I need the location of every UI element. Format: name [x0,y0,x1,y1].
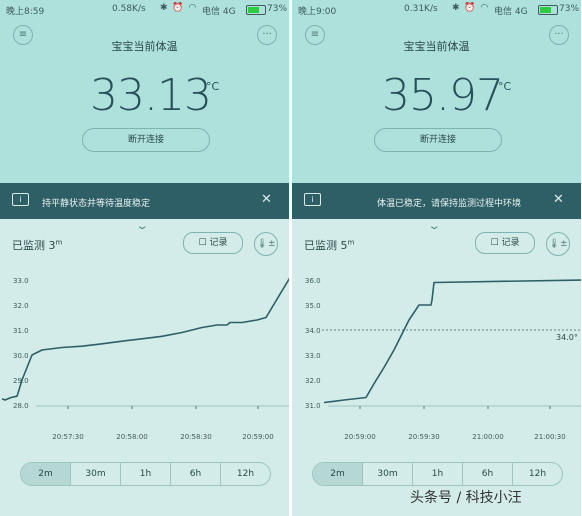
edit-icon: ☐ [198,238,207,248]
status-icons: ✱ ⏰ ◠ [160,3,198,13]
x-tick-label: 20:59:00 [344,433,375,441]
page-title: 宝宝当前体温 [403,40,470,53]
thermometer-icon[interactable]: 🌡± [254,232,278,256]
battery-icon [538,5,558,15]
range-30m[interactable]: 30m [70,463,120,485]
chevron-down-icon[interactable]: ⌄ [427,221,440,232]
y-tick-label: 34.0 [305,327,321,335]
range-6h[interactable]: 6h [462,463,512,485]
record-button[interactable]: ☐ 记录 [475,232,535,254]
x-tick-label: 20:57:30 [52,433,83,441]
chevron-down-icon[interactable]: ⌄ [135,221,148,232]
page-title: 宝宝当前体温 [111,40,178,53]
y-tick-label: 28.0 [13,402,29,410]
x-tick-label: 20:58:30 [180,433,211,441]
header-area: 晚上9:00 0.31K/s ✱ ⏰ ◠ 电信 4G 73% ≡ ··· 宝宝当… [292,0,581,183]
battery-percent: 73% [559,4,580,14]
time-range-selector: 2m 30m 1h 6h 12h [20,462,271,486]
banner-message: 体温已稳定，请保持监测过程中环境 [377,199,522,209]
y-tick-label: 33.0 [305,352,321,360]
time-range-selector: 2m 30m 1h 6h 12h [312,462,563,486]
monitored-duration: 已监测 3m [12,238,63,252]
disconnect-button[interactable]: 断开连接 [82,128,210,152]
temperature-value: 33.13 [90,70,212,121]
notice-banner: i 持平静状态并等待温度稳定 ✕ [0,183,289,219]
close-icon[interactable]: ✕ [553,192,564,207]
status-time: 晚上8:59 [6,7,45,17]
range-1h[interactable]: 1h [120,463,170,485]
phone-screen-2: 晚上9:00 0.31K/s ✱ ⏰ ◠ 电信 4G 73% ≡ ··· 宝宝当… [292,0,581,516]
y-tick-label: 33.0 [13,277,29,285]
info-icon: i [12,193,29,206]
status-network-speed: 0.58K/s [112,4,146,14]
status-time: 晚上9:00 [298,7,337,17]
range-6h[interactable]: 6h [170,463,220,485]
range-12h[interactable]: 12h [220,463,270,485]
close-icon[interactable]: ✕ [261,192,272,207]
status-icons: ✱ ⏰ ◠ [452,3,490,13]
range-30m[interactable]: 30m [362,463,412,485]
temperature-unit: °C [498,80,512,93]
banner-message: 持平静状态并等待温度稳定 [42,199,151,209]
disconnect-button[interactable]: 断开连接 [374,128,502,152]
battery-percent: 73% [267,4,288,14]
range-2m[interactable]: 2m [21,463,70,485]
notice-banner: i 体温已稳定，请保持监测过程中环境 ✕ [292,183,581,219]
monitored-duration: 已监测 5m [304,238,355,252]
temperature-value: 35.97 [382,70,504,121]
x-tick-label: 20:59:00 [242,433,273,441]
temperature-chart: 31.0 32.0 33.0 34.0 35.0 36.0 20:59:00 20:59:30… [305,277,581,441]
x-tick-label: 20:58:00 [116,433,147,441]
y-tick-label: 32.0 [305,377,321,385]
y-tick-label: 30.0 [13,352,29,360]
y-tick-label: 35.0 [305,302,321,310]
temperature-unit: °C [206,80,220,93]
x-tick-label: 20:59:30 [408,433,439,441]
y-tick-label: 31.0 [13,327,29,335]
x-tick-label: 21:00:00 [472,433,503,441]
temperature-line [1,277,289,401]
status-bar: 晚上9:00 0.31K/s ✱ ⏰ ◠ 电信 4G 73% [292,0,581,18]
edit-icon: ☐ [490,238,499,248]
header-area: 晚上8:59 0.58K/s ✱ ⏰ ◠ 电信 4G 73% ≡ ··· 宝宝当… [0,0,289,183]
status-carrier: 电信 4G [202,7,236,17]
range-1h[interactable]: 1h [412,463,462,485]
x-tick-label: 21:00:30 [534,433,565,441]
thermometer-icon[interactable]: 🌡± [546,232,570,256]
temperature-line [323,279,581,404]
threshold-label: 34.0° [556,333,578,342]
record-button[interactable]: ☐ 记录 [183,232,243,254]
battery-icon [246,5,266,15]
info-icon: i [304,193,321,206]
y-tick-label: 36.0 [305,277,321,285]
status-network-speed: 0.31K/s [404,4,438,14]
status-bar: 晚上8:59 0.58K/s ✱ ⏰ ◠ 电信 4G 73% [0,0,289,18]
phone-screen-1: 晚上8:59 0.58K/s ✱ ⏰ ◠ 电信 4G 73% ≡ ··· 宝宝当… [0,0,289,516]
watermark: 头条号 / 科技小汪 [410,490,522,506]
range-12h[interactable]: 12h [512,463,562,485]
y-tick-label: 32.0 [13,302,29,310]
range-2m[interactable]: 2m [313,463,362,485]
status-carrier: 电信 4G [494,7,528,17]
temperature-chart: 28.029.030.031.032.033.020:57:30 20:58:00… [1,277,289,441]
y-tick-label: 31.0 [305,402,321,410]
